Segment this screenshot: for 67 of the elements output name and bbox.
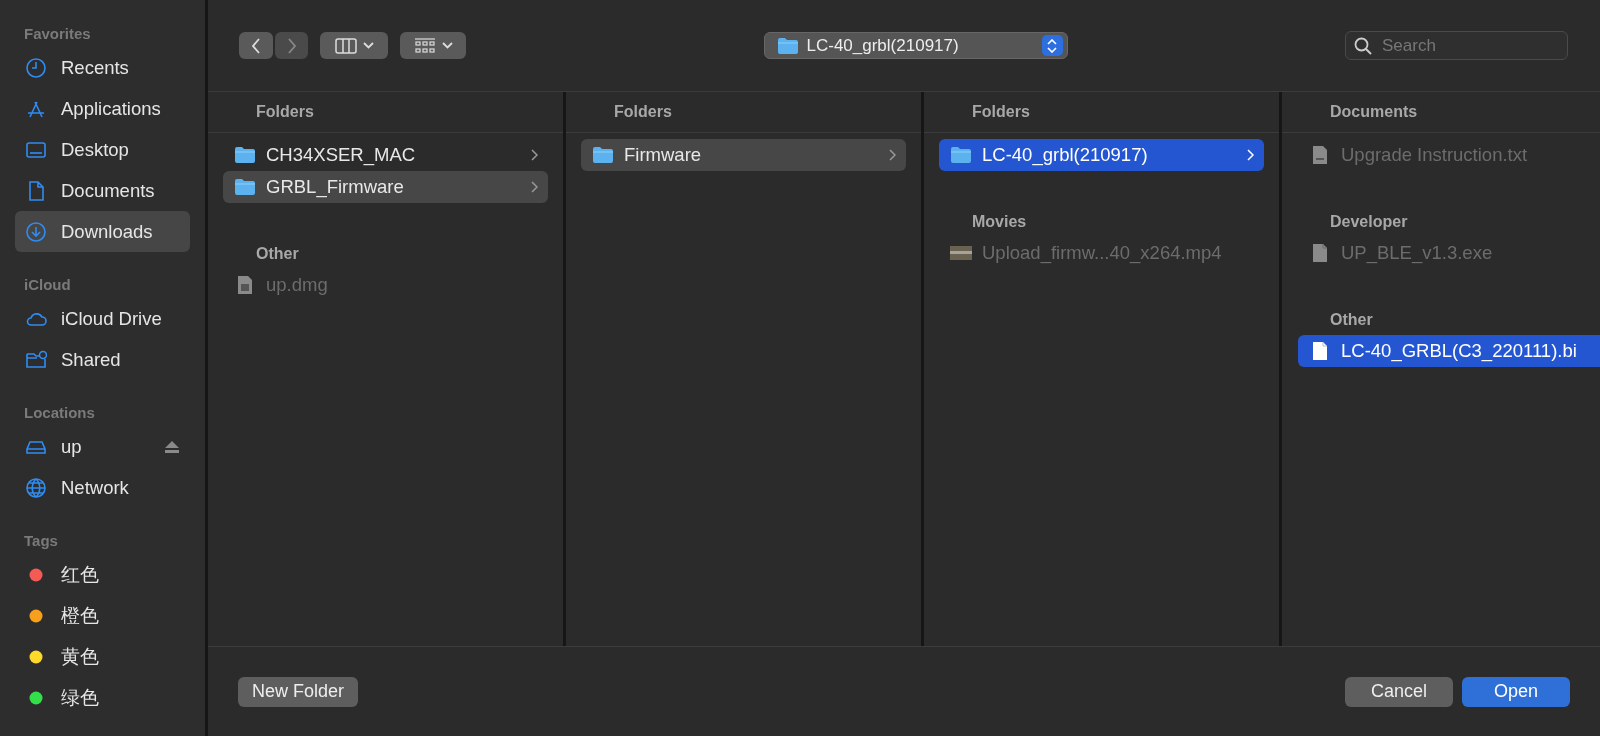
path-label: LC-40_grbl(210917) xyxy=(806,35,960,56)
chevron-right-icon xyxy=(531,149,538,161)
text-file-icon xyxy=(1312,145,1328,165)
disk-image-icon xyxy=(237,275,253,295)
sidebar-item[interactable]: up xyxy=(15,426,190,467)
forward-button[interactable] xyxy=(275,32,308,59)
sidebar-item[interactable]: Recents xyxy=(15,47,190,88)
shared-folder-icon xyxy=(25,348,47,371)
folder-icon xyxy=(592,146,614,164)
folder-row[interactable]: GRBL_Firmware xyxy=(223,171,548,203)
columns-icon xyxy=(334,37,357,54)
column-heading: Developer xyxy=(1330,213,1408,231)
sidebar-item[interactable]: 橙色 xyxy=(15,595,190,636)
video-thumbnail xyxy=(950,246,972,260)
dialog-button[interactable]: Open xyxy=(1462,676,1570,707)
search-field[interactable]: Search xyxy=(1345,31,1568,60)
sidebar-item[interactable]: Desktop xyxy=(15,129,190,170)
column-heading: Movies xyxy=(972,213,1027,231)
grid-icon xyxy=(413,37,436,54)
file-icon xyxy=(1312,243,1328,263)
download-icon xyxy=(25,220,47,243)
column-heading: Folders xyxy=(614,103,672,121)
caret-icon xyxy=(441,42,453,49)
folder-row[interactable]: CH34XSER_MAC xyxy=(223,139,548,171)
sidebar-item[interactable]: Applications xyxy=(15,88,190,129)
sidebar-item[interactable]: 红色 xyxy=(15,554,190,595)
back-button[interactable] xyxy=(239,32,273,59)
folder-icon xyxy=(776,36,799,55)
globe-icon xyxy=(25,476,47,499)
caret-icon xyxy=(362,42,374,49)
eject-icon[interactable] xyxy=(164,439,180,454)
folder-icon xyxy=(950,146,972,164)
file-row[interactable]: LC-40_GRBL(C3_220111).bi xyxy=(1298,335,1600,367)
folder-icon xyxy=(234,178,256,196)
column-heading: Folders xyxy=(256,103,314,121)
sidebar-item[interactable]: Network xyxy=(15,467,190,508)
column-heading: Other xyxy=(1330,311,1373,329)
sidebar-item[interactable]: Documents xyxy=(15,170,190,211)
clock-icon xyxy=(25,56,47,79)
folder-row[interactable]: LC-40_grbl(210917) xyxy=(939,139,1264,171)
group-button[interactable] xyxy=(400,32,466,59)
sidebar-heading: Tags xyxy=(23,531,59,551)
column-heading: Documents xyxy=(1330,103,1418,121)
view-mode-button[interactable] xyxy=(320,32,388,59)
sidebar-heading: Locations xyxy=(23,403,96,423)
sidebar-heading: Favorites xyxy=(23,24,92,44)
stepper-icon xyxy=(1041,35,1063,56)
sidebar-item[interactable]: iCloud Drive xyxy=(15,298,190,339)
sidebar-item[interactable]: 绿色 xyxy=(15,677,190,718)
folder-icon xyxy=(234,146,256,164)
folder-row[interactable]: Firmware xyxy=(581,139,906,171)
file-icon xyxy=(1312,341,1328,361)
dialog-button[interactable]: Cancel xyxy=(1345,676,1453,707)
column-heading: Other xyxy=(256,245,299,263)
sidebar-item[interactable]: 黄色 xyxy=(15,636,190,677)
sidebar-item[interactable]: Downloads xyxy=(15,211,190,252)
search-icon xyxy=(1354,37,1372,55)
sidebar-heading: iCloud xyxy=(23,275,72,295)
sidebar-item[interactable]: Shared xyxy=(15,339,190,380)
path-popup[interactable]: LC-40_grbl(210917) xyxy=(763,32,1068,59)
chevron-left-icon xyxy=(251,37,261,54)
dialog-button[interactable]: New Folder xyxy=(238,676,359,707)
chevron-right-icon xyxy=(286,37,297,54)
chevron-right-icon xyxy=(531,181,538,193)
chevron-right-icon xyxy=(1247,149,1254,161)
column-heading: Folders xyxy=(972,103,1030,121)
chevron-right-icon xyxy=(889,149,896,161)
